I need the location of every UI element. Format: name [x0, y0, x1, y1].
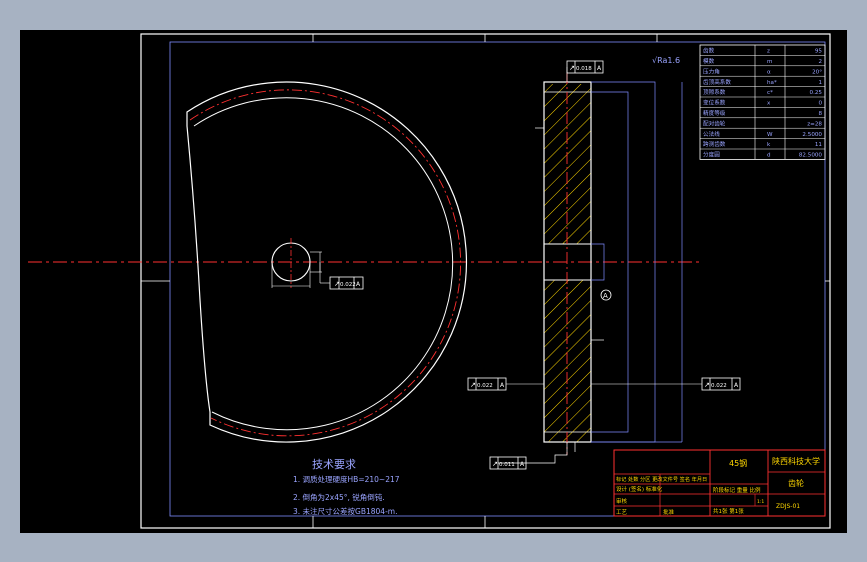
tech-req-item-3: 3. 未注尺寸公差按GB1804-m. [293, 506, 397, 516]
gear-param-value: 0 [818, 101, 822, 107]
gear-param-value: z=28 [807, 121, 822, 127]
tech-req-title: 技术要求 [312, 458, 356, 471]
tech-req-item-2: 2. 倒角为2x45°, 锐角倒钝. [293, 492, 385, 502]
svg-text:↗: ↗ [334, 280, 340, 288]
svg-text:↗: ↗ [470, 381, 476, 389]
gear-param-symbol: W [767, 132, 773, 138]
svg-text:↗: ↗ [492, 460, 498, 468]
gear-param-value: 82.5000 [799, 153, 823, 159]
face-runout-right-value: 0.022 [711, 383, 727, 389]
title-stage-row: 阶段标记 重量 比例 [713, 486, 761, 494]
title-sheet: 共1张 第1张 [713, 507, 744, 515]
gear-param-value: 1 [818, 80, 822, 86]
gear-param-symbol: ha* [767, 80, 777, 86]
gear-param-value: 11 [815, 142, 823, 148]
svg-text:A: A [603, 292, 608, 300]
title-material: 45钢 [729, 458, 747, 468]
gear-param-name: 分度圆 [703, 151, 720, 159]
tooth-runout-value: 0.011 [499, 462, 515, 468]
gear-param-symbol: α [767, 69, 771, 75]
gear-param-name: 齿数 [703, 47, 715, 55]
gear-param-value: 2.5000 [802, 132, 822, 138]
gear-param-value: 95 [815, 49, 823, 55]
gear-param-name: 顶隙系数 [703, 88, 726, 96]
gear-param-name: 精度等级 [703, 109, 726, 117]
title-drawing-no: ZDJS-01 [776, 503, 800, 510]
gear-param-symbol: c* [767, 90, 773, 96]
title-scale: 1:1 [757, 499, 764, 505]
svg-text:↗: ↗ [704, 381, 710, 389]
title-craft: 工艺 [616, 509, 628, 516]
face-runout-top-value: 0.018 [576, 66, 592, 72]
gear-param-value: 2 [818, 59, 822, 65]
gear-param-value: 20° [812, 69, 822, 75]
title-reviewer: 审核 [616, 497, 628, 505]
gear-param-value: 8 [818, 111, 822, 117]
title-designer-row: 设计 (签名) 标准化 [616, 485, 663, 493]
svg-text:↗: ↗ [569, 64, 575, 72]
face-runout-left-value: 0.022 [477, 383, 493, 389]
gear-param-symbol: z [767, 49, 770, 55]
gear-param-name: 配对齿轮 [703, 119, 726, 127]
bore-runout-value: 0.022 [340, 282, 356, 288]
title-school: 陕西科技大学 [772, 456, 820, 466]
gear-param-name: 压力角 [703, 67, 720, 75]
gear-param-name: 跨测齿数 [703, 140, 726, 148]
cad-viewport: ↗ 0.022 A A ↗ 0.018 A ↗ 0.022 A ↗ 0.022 … [20, 30, 847, 533]
gear-param-name: 齿顶高系数 [703, 78, 731, 86]
title-part-name: 齿轮 [788, 478, 804, 488]
gear-param-name: 变位系数 [703, 99, 726, 107]
gear-param-value: 0.25 [810, 90, 823, 96]
tech-req-item-1: 1. 调质处理硬度HB=210~217 [293, 474, 400, 484]
title-approve: 批准 [663, 508, 675, 516]
title-header-row: 标记 处数 分区 更改文件号 签名 年月日 [616, 475, 707, 483]
gear-param-name: 模数 [703, 57, 715, 65]
gear-param-symbol: d [767, 153, 771, 159]
gear-param-symbol: m [767, 59, 772, 65]
surface-finish-note: √Ra1.6 [652, 56, 680, 65]
gear-param-name: 公法线 [703, 130, 720, 138]
